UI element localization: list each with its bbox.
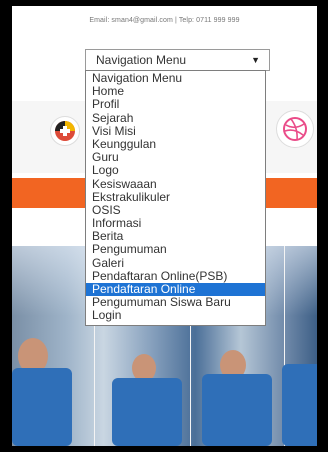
dropdown-option[interactable]: Kesiswaaan	[86, 177, 265, 191]
dropdown-option[interactable]: Pengumuman	[86, 243, 265, 256]
photo-figure	[112, 378, 182, 446]
photo-figure	[12, 368, 72, 446]
page-frame: Email: sman4@gmail.com | Telp: 0711 999 …	[12, 6, 317, 446]
contact-info: Email: sman4@gmail.com | Telp: 0711 999 …	[89, 17, 240, 24]
photo-figure	[282, 364, 317, 446]
dropdown-option[interactable]: Galeri	[86, 256, 265, 270]
navigation-dropdown-list[interactable]: Navigation Menu Home Profil Sejarah Visi Mis…	[85, 70, 266, 326]
google-plus-icon[interactable]	[50, 116, 80, 146]
chevron-down-icon: ▼	[251, 55, 260, 65]
dropdown-option[interactable]: Profil	[86, 98, 265, 111]
dribbble-icon[interactable]	[276, 110, 314, 148]
photo-figure	[202, 374, 272, 446]
dropdown-option[interactable]: Sejarah	[86, 111, 265, 125]
navigation-menu-select[interactable]: Navigation Menu ▼	[85, 49, 270, 71]
dropdown-option[interactable]: Logo	[86, 164, 265, 177]
dropdown-option[interactable]: Login	[86, 309, 265, 322]
dropdown-option[interactable]: Visi Misi	[86, 124, 265, 138]
dropdown-option[interactable]: Ekstrakulikuler	[86, 190, 265, 204]
nav-select-value: Navigation Menu	[96, 53, 187, 67]
